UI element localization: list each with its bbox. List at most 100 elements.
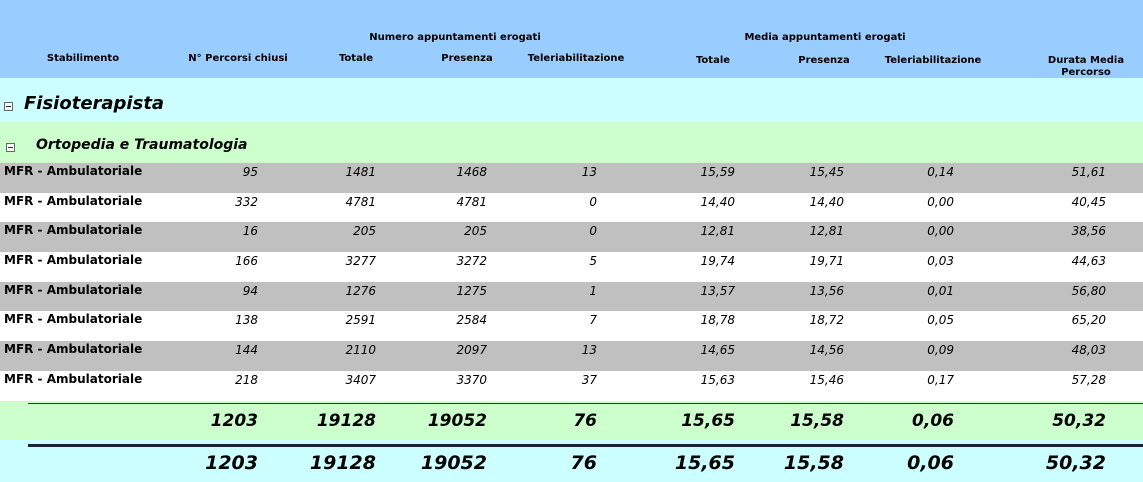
- cell-stabilimento: MFR - Ambulatoriale: [4, 372, 143, 386]
- cell-presenza: 2584: [456, 313, 487, 327]
- cell-media-teleriab: 0,17: [927, 373, 954, 387]
- table-row: MFR - Ambulatoriale 332 4781 4781 0 14,4…: [0, 193, 1143, 223]
- cell-percorsi: 332: [235, 195, 258, 209]
- cell-totale: 1481: [345, 165, 376, 179]
- cell-media-teleriab: 0,09: [927, 343, 954, 357]
- cell-media-presenza: 15,45: [809, 165, 844, 179]
- total-percorsi: 1203: [205, 452, 258, 474]
- subtotal-totale: 19128: [316, 411, 376, 431]
- collapse-icon[interactable]: [6, 143, 15, 152]
- cell-presenza: 2097: [456, 343, 487, 357]
- cell-teleriab: 7: [589, 313, 597, 327]
- cell-media-presenza: 14,56: [809, 343, 844, 357]
- table-row: MFR - Ambulatoriale 138 2591 2584 7 18,7…: [0, 311, 1143, 341]
- group-title-fisioterapista: Fisioterapista: [24, 93, 165, 114]
- cell-totale: 4781: [345, 195, 376, 209]
- table-row: MFR - Ambulatoriale 166 3277 3272 5 19,7…: [0, 252, 1143, 282]
- total-media-presenza: 15,58: [783, 452, 844, 474]
- cell-media-teleriab: 0,14: [927, 165, 954, 179]
- cell-presenza: 1468: [456, 165, 487, 179]
- subtotal-media-teleriab: 0,06: [912, 411, 954, 431]
- cell-stabilimento: MFR - Ambulatoriale: [4, 194, 143, 208]
- cell-stabilimento: MFR - Ambulatoriale: [4, 253, 143, 267]
- cell-teleriab: 13: [581, 343, 597, 357]
- subtotal-teleriab: 76: [573, 411, 597, 431]
- cell-percorsi: 138: [235, 313, 258, 327]
- cell-percorsi: 95: [242, 165, 258, 179]
- cell-totale: 1276: [345, 284, 376, 298]
- col-header-totale[interactable]: Totale: [316, 53, 396, 64]
- cell-percorsi: 218: [235, 373, 258, 387]
- table-row: MFR - Ambulatoriale 95 1481 1468 13 15,5…: [0, 163, 1143, 193]
- cell-teleriab: 13: [581, 165, 597, 179]
- total-teleriab: 76: [570, 452, 597, 474]
- collapse-icon[interactable]: [4, 102, 13, 111]
- table-row: MFR - Ambulatoriale 144 2110 2097 13 14,…: [0, 341, 1143, 371]
- cell-media-teleriab: 0,01: [927, 284, 954, 298]
- subtotal-media-totale: 15,65: [681, 411, 735, 431]
- col-header-presenza[interactable]: Presenza: [427, 53, 507, 64]
- cell-stabilimento: MFR - Ambulatoriale: [4, 283, 143, 297]
- subtotal-row: 1203 19128 19052 76 15,65 15,58 0,06 50,…: [0, 401, 1143, 440]
- total-media-totale: 15,65: [674, 452, 735, 474]
- cell-stabilimento: MFR - Ambulatoriale: [4, 164, 143, 178]
- subtotal-durata: 50,32: [1052, 411, 1106, 431]
- cell-durata: 56,80: [1071, 284, 1106, 298]
- col-header-teleriabilitazione[interactable]: Teleriabilitazione: [516, 53, 636, 64]
- cell-media-presenza: 19,71: [809, 254, 844, 268]
- cell-percorsi: 166: [235, 254, 258, 268]
- col-header-durata-line2: Percorso: [1061, 67, 1111, 78]
- cell-media-presenza: 14,40: [809, 195, 844, 209]
- cell-durata: 51,61: [1071, 165, 1106, 179]
- cell-durata: 48,03: [1071, 343, 1106, 357]
- col-header-media-totale[interactable]: Totale: [673, 55, 753, 66]
- col-header-media-presenza[interactable]: Presenza: [784, 55, 864, 66]
- cell-percorsi: 16: [242, 224, 258, 238]
- cell-media-totale: 19,74: [700, 254, 735, 268]
- cell-media-totale: 13,57: [700, 284, 735, 298]
- cell-media-presenza: 18,72: [809, 313, 844, 327]
- table-header: Numero appuntamenti erogati Media appunt…: [0, 0, 1143, 78]
- cell-teleriab: 37: [581, 373, 597, 387]
- total-totale: 19128: [309, 452, 376, 474]
- group-row-fisioterapista: Fisioterapista: [0, 78, 1143, 122]
- cell-media-presenza: 13,56: [809, 284, 844, 298]
- col-header-durata-line1[interactable]: Durata Media: [1036, 55, 1136, 66]
- cell-media-totale: 14,40: [700, 195, 735, 209]
- cell-media-totale: 12,81: [700, 224, 735, 238]
- cell-stabilimento: MFR - Ambulatoriale: [4, 342, 143, 356]
- cell-media-totale: 15,63: [700, 373, 735, 387]
- cell-media-totale: 14,65: [700, 343, 735, 357]
- cell-teleriab: 0: [589, 195, 597, 209]
- cell-durata: 44,63: [1071, 254, 1106, 268]
- header-group-numero: Numero appuntamenti erogati: [369, 32, 541, 43]
- col-header-percorsi[interactable]: N° Percorsi chiusi: [178, 53, 298, 64]
- cell-media-presenza: 12,81: [809, 224, 844, 238]
- total-divider: [28, 444, 1143, 447]
- cell-durata: 65,20: [1071, 313, 1106, 327]
- cell-stabilimento: MFR - Ambulatoriale: [4, 312, 143, 326]
- header-group-media: Media appuntamenti erogati: [744, 32, 906, 43]
- cell-media-teleriab: 0,03: [927, 254, 954, 268]
- total-media-teleriab: 0,06: [907, 452, 954, 474]
- total-durata: 50,32: [1045, 452, 1106, 474]
- cell-percorsi: 144: [235, 343, 258, 357]
- cell-presenza: 205: [464, 224, 487, 238]
- cell-media-totale: 18,78: [700, 313, 735, 327]
- cell-stabilimento: MFR - Ambulatoriale: [4, 223, 143, 237]
- cell-media-teleriab: 0,05: [927, 313, 954, 327]
- subtotal-percorsi: 1203: [210, 411, 258, 431]
- group-row-ortopedia: Ortopedia e Traumatologia: [0, 122, 1143, 163]
- table-row: MFR - Ambulatoriale 218 3407 3370 37 15,…: [0, 371, 1143, 401]
- cell-teleriab: 5: [589, 254, 597, 268]
- cell-media-presenza: 15,46: [809, 373, 844, 387]
- col-header-media-teleriabilitazione[interactable]: Teleriabilitazione: [873, 55, 993, 66]
- cell-teleriab: 1: [589, 284, 597, 298]
- cell-presenza: 1275: [456, 284, 487, 298]
- total-presenza: 19052: [420, 452, 487, 474]
- cell-media-teleriab: 0,00: [927, 224, 954, 238]
- table-row: MFR - Ambulatoriale 16 205 205 0 12,81 1…: [0, 222, 1143, 252]
- col-header-stabilimento[interactable]: Stabilimento: [33, 53, 133, 64]
- grand-total-row: 1203 19128 19052 76 15,65 15,58 0,06 50,…: [0, 440, 1143, 482]
- cell-media-teleriab: 0,00: [927, 195, 954, 209]
